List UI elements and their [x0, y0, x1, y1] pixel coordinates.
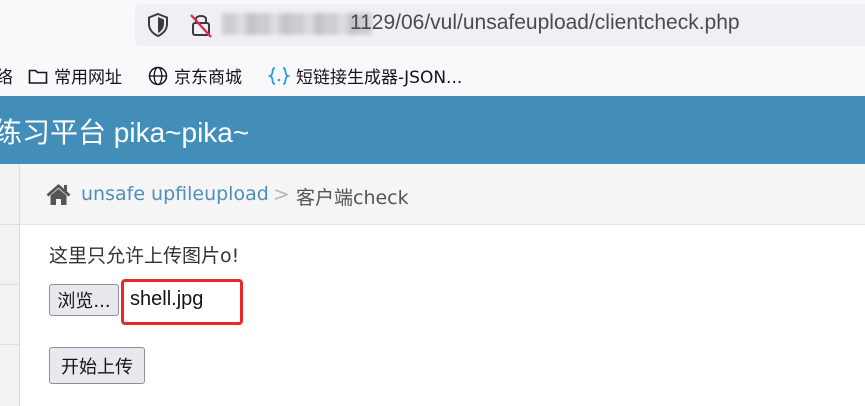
bookmark-label: 络: [0, 68, 13, 88]
browse-file-button[interactable]: 浏览...: [49, 284, 119, 316]
red-highlight-box: [121, 279, 243, 325]
bookmark-jd[interactable]: 京东商城: [148, 63, 242, 88]
breadcrumb-parent-link[interactable]: unsafe upfileupload: [81, 183, 269, 205]
home-icon[interactable]: [45, 182, 72, 206]
folder-icon: [28, 69, 48, 84]
bookmark-item[interactable]: 络: [0, 63, 13, 88]
url-text[interactable]: 1129/06/vul/unsafeupload/clientcheck.php: [350, 11, 740, 35]
upload-hint-text: 这里只允许上传图片o!: [49, 245, 240, 267]
sidebar: [0, 164, 20, 406]
insecure-lock-icon[interactable]: [186, 10, 216, 40]
bookmark-label: 京东商城: [174, 68, 242, 88]
sidebar-divider: [0, 344, 19, 345]
shield-icon[interactable]: [146, 12, 170, 38]
globe-icon: [148, 66, 168, 85]
start-upload-button[interactable]: 开始上传: [49, 347, 145, 384]
breadcrumb-current: 客户端check: [296, 187, 409, 209]
sidebar-divider: [0, 284, 19, 285]
bookmark-folder-common[interactable]: 常用网址: [28, 63, 122, 88]
bookmark-label: 短链接生成器-JSON...: [296, 68, 463, 88]
sidebar-divider: [0, 224, 19, 225]
bookmark-label: 常用网址: [54, 68, 122, 88]
site-title[interactable]: 练习平台 pika~pika~: [0, 111, 249, 151]
braces-icon: [268, 66, 290, 85]
breadcrumb-separator: >: [273, 182, 290, 206]
bookmark-shortlink[interactable]: 短链接生成器-JSON...: [268, 63, 462, 88]
